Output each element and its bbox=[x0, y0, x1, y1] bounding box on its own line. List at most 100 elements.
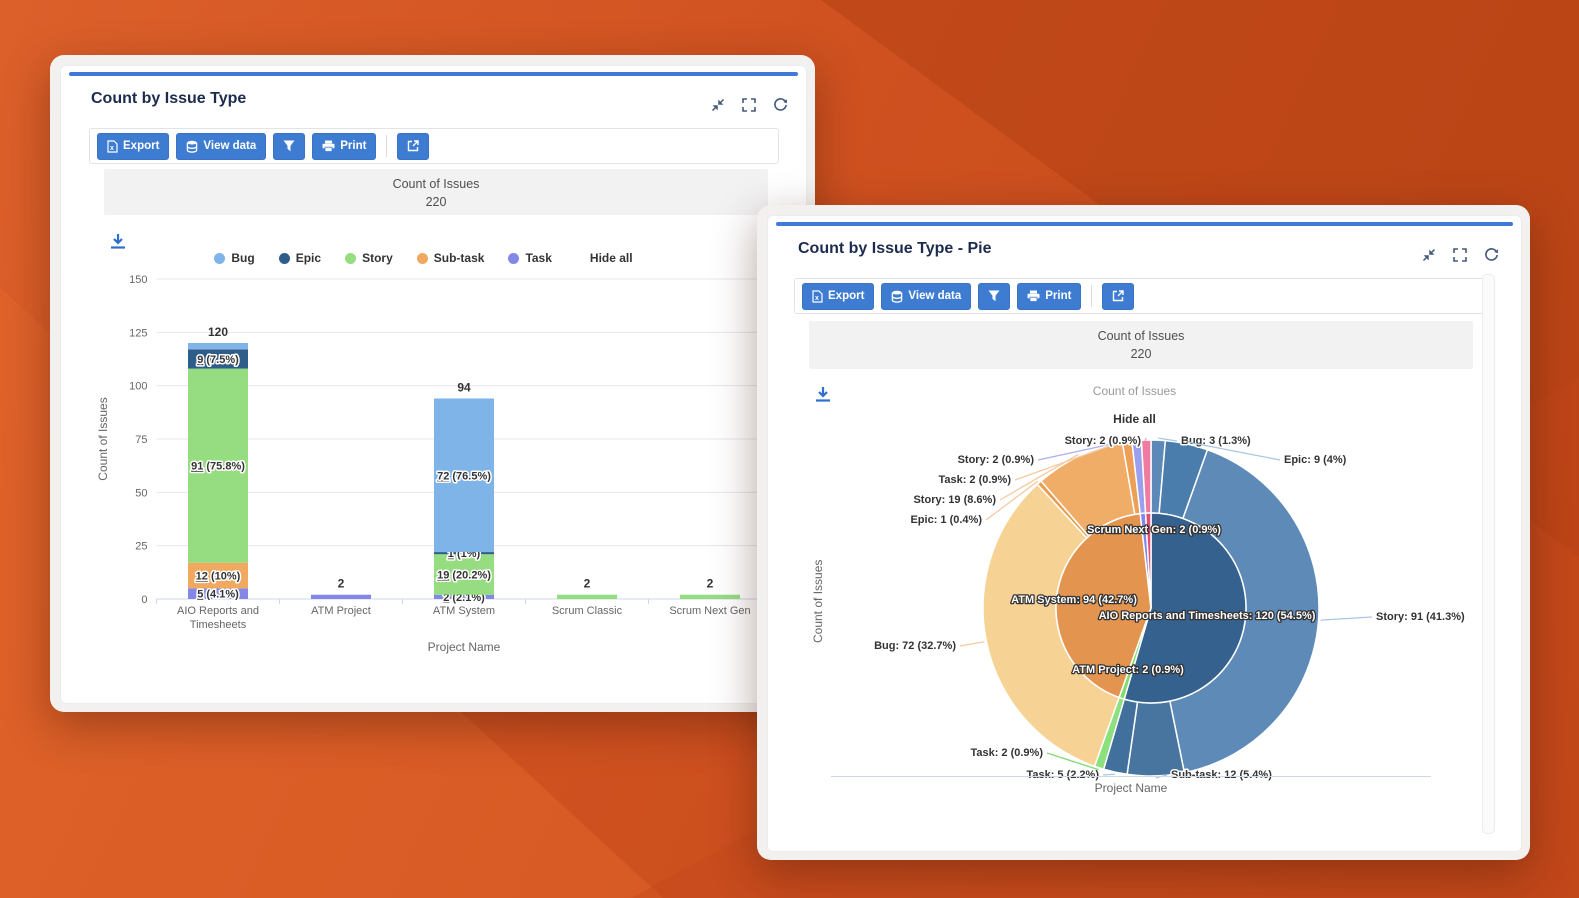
svg-text:100: 100 bbox=[129, 381, 147, 393]
svg-text:72 (76.5%): 72 (76.5%) bbox=[437, 470, 491, 482]
view-data-button[interactable]: View data bbox=[176, 133, 266, 160]
svg-text:Scrum Next Gen: Scrum Next Gen bbox=[669, 605, 750, 617]
svg-text:12 (10%): 12 (10%) bbox=[196, 571, 241, 583]
print-label: Print bbox=[340, 140, 366, 152]
print-label: Print bbox=[1045, 290, 1071, 302]
svg-text:50: 50 bbox=[135, 487, 147, 499]
svg-text:2: 2 bbox=[707, 577, 714, 591]
svg-text:2: 2 bbox=[584, 577, 591, 591]
svg-text:x: x bbox=[815, 295, 819, 302]
svg-text:Story: 2 (0.9%): Story: 2 (0.9%) bbox=[1065, 435, 1142, 447]
svg-text:150: 150 bbox=[129, 274, 147, 286]
view-data-button[interactable]: View data bbox=[881, 283, 971, 310]
svg-text:Epic: 9 (4%): Epic: 9 (4%) bbox=[1284, 454, 1347, 466]
collapse-icon[interactable] bbox=[1422, 248, 1436, 262]
open-external-button[interactable] bbox=[1102, 283, 1134, 310]
bar-chart[interactable]: 02550751001251505 (4.1%)12 (10%)91 (75.8… bbox=[91, 261, 791, 691]
svg-text:ATM Project: 2 (0.9%): ATM Project: 2 (0.9%) bbox=[1072, 664, 1184, 676]
pie-sunburst-chart[interactable]: Bug: 3 (1.3%) Epic: 9 (4%) Story: 91 (41.3… bbox=[768, 416, 1521, 796]
collapse-icon[interactable] bbox=[711, 98, 725, 112]
svg-text:Epic: 1 (0.4%): Epic: 1 (0.4%) bbox=[910, 514, 982, 526]
svg-text:5 (4.1%): 5 (4.1%) bbox=[197, 589, 239, 601]
svg-text:Story: 91 (41.3%): Story: 91 (41.3%) bbox=[1376, 611, 1465, 623]
pie-chart-title: Count of Issues bbox=[768, 384, 1501, 398]
chart-toolbar: x Export View data Print bbox=[89, 128, 779, 164]
print-button[interactable]: Print bbox=[1017, 283, 1081, 310]
svg-text:91 (75.8%): 91 (75.8%) bbox=[191, 461, 245, 473]
chart-toolbar: x Export View data Print bbox=[794, 278, 1485, 314]
svg-text:Sub-task: 12 (5.4%): Sub-task: 12 (5.4%) bbox=[1171, 769, 1272, 781]
svg-text:ATM Project: ATM Project bbox=[311, 605, 371, 617]
svg-text:75: 75 bbox=[135, 434, 147, 446]
svg-text:Bug: 3 (1.3%): Bug: 3 (1.3%) bbox=[1181, 435, 1251, 447]
external-link-icon bbox=[1112, 290, 1124, 302]
filter-button[interactable] bbox=[978, 283, 1010, 310]
open-external-button[interactable] bbox=[397, 133, 429, 160]
refresh-icon[interactable] bbox=[773, 97, 788, 112]
page-title: Count by Issue Type bbox=[91, 90, 246, 108]
svg-text:125: 125 bbox=[129, 327, 147, 339]
svg-text:ATM System: 94 (42.7%): ATM System: 94 (42.7%) bbox=[1011, 594, 1137, 606]
print-button[interactable]: Print bbox=[312, 133, 376, 160]
svg-text:Scrum Next Gen: 2 (0.9%): Scrum Next Gen: 2 (0.9%) bbox=[1087, 524, 1221, 536]
svg-text:AIO Reports and: AIO Reports and bbox=[177, 605, 259, 617]
svg-text:Task: 2 (0.9%): Task: 2 (0.9%) bbox=[938, 474, 1011, 486]
toolbar-divider bbox=[1091, 285, 1092, 307]
pie-chart-window: Count by Issue Type - Pie x Export bbox=[757, 205, 1530, 860]
summary-label: Count of Issues bbox=[104, 175, 768, 193]
svg-text:Task: 5 (2.2%): Task: 5 (2.2%) bbox=[1026, 769, 1099, 781]
svg-text:120: 120 bbox=[208, 325, 228, 339]
svg-text:Scrum Classic: Scrum Classic bbox=[552, 605, 623, 617]
view-data-label: View data bbox=[908, 290, 961, 302]
summary-banner: Count of Issues 220 bbox=[104, 169, 768, 215]
export-label: Export bbox=[828, 290, 864, 302]
printer-icon bbox=[1027, 290, 1040, 302]
svg-text:19 (20.2%): 19 (20.2%) bbox=[437, 569, 491, 581]
printer-icon bbox=[322, 140, 335, 152]
svg-text:9 (7.5%): 9 (7.5%) bbox=[197, 354, 239, 366]
pie-x-axis-line bbox=[831, 776, 1431, 777]
filter-button[interactable] bbox=[273, 133, 305, 160]
refresh-icon[interactable] bbox=[1484, 247, 1499, 262]
svg-text:Story: 19 (8.6%): Story: 19 (8.6%) bbox=[913, 494, 996, 506]
export-button[interactable]: x Export bbox=[802, 283, 874, 310]
external-link-icon bbox=[407, 140, 419, 152]
svg-text:94: 94 bbox=[457, 380, 471, 394]
bar-chart-window: Count by Issue Type x Export bbox=[50, 55, 815, 712]
svg-text:Task: 2 (0.9%): Task: 2 (0.9%) bbox=[970, 747, 1043, 759]
fullscreen-icon[interactable] bbox=[742, 98, 756, 112]
window-controls bbox=[1422, 247, 1499, 262]
accent-bar bbox=[69, 72, 798, 76]
view-data-label: View data bbox=[203, 140, 256, 152]
summary-label: Count of Issues bbox=[809, 327, 1473, 345]
toolbar-divider bbox=[386, 135, 387, 157]
accent-bar bbox=[776, 222, 1513, 226]
summary-value: 220 bbox=[104, 193, 768, 211]
svg-text:Story: 2 (0.9%): Story: 2 (0.9%) bbox=[958, 454, 1035, 466]
svg-text:x: x bbox=[110, 145, 114, 152]
database-icon bbox=[186, 140, 198, 153]
bar-chart-window-body: Count by Issue Type x Export bbox=[60, 65, 807, 704]
export-label: Export bbox=[123, 140, 159, 152]
window-controls bbox=[711, 97, 788, 112]
svg-text:0: 0 bbox=[141, 594, 147, 606]
database-icon bbox=[891, 290, 903, 303]
excel-file-icon: x bbox=[107, 140, 118, 153]
summary-value: 220 bbox=[809, 345, 1473, 363]
svg-text:Project Name: Project Name bbox=[428, 640, 501, 654]
pie-x-axis-label: Project Name bbox=[831, 781, 1431, 795]
summary-banner: Count of Issues 220 bbox=[809, 321, 1473, 369]
pie-chart-window-body: Count by Issue Type - Pie x Export bbox=[767, 215, 1522, 852]
filter-funnel-icon bbox=[283, 140, 295, 152]
filter-funnel-icon bbox=[988, 290, 1000, 302]
svg-text:Count of Issues: Count of Issues bbox=[96, 397, 110, 480]
svg-text:2: 2 bbox=[338, 577, 345, 591]
svg-text:ATM System: ATM System bbox=[433, 605, 495, 617]
svg-text:Timesheets: Timesheets bbox=[190, 619, 247, 631]
svg-text:AIO Reports and Timesheets: 12: AIO Reports and Timesheets: 120 (54.5%) bbox=[1099, 610, 1316, 622]
scrollbar[interactable] bbox=[1482, 274, 1495, 834]
excel-file-icon: x bbox=[812, 290, 823, 303]
svg-text:Bug: 72 (32.7%): Bug: 72 (32.7%) bbox=[874, 640, 956, 652]
export-button[interactable]: x Export bbox=[97, 133, 169, 160]
fullscreen-icon[interactable] bbox=[1453, 248, 1467, 262]
